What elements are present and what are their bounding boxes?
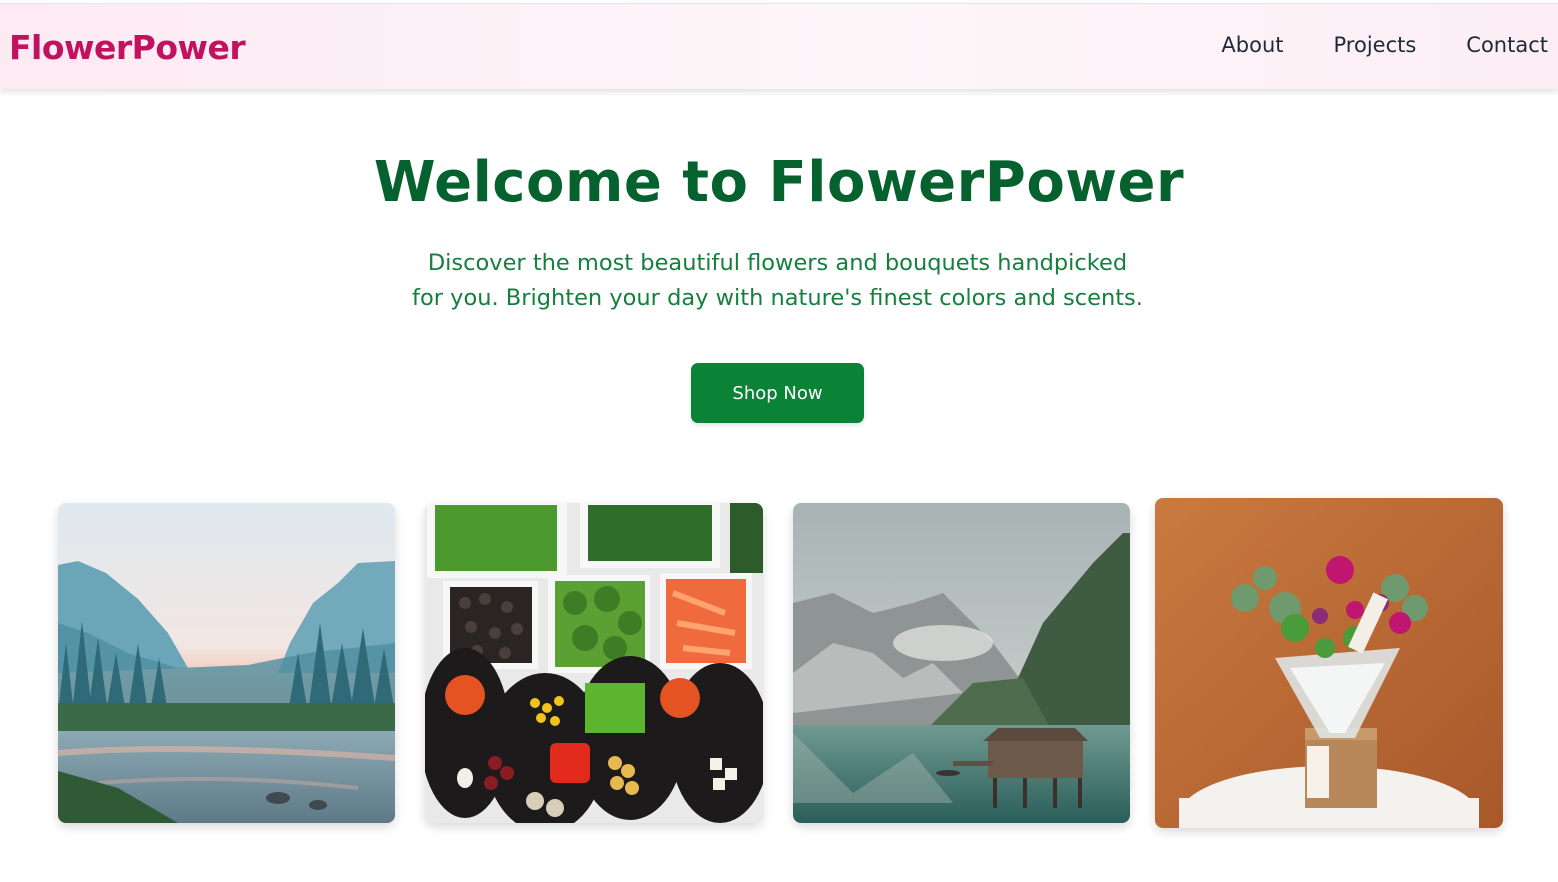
mountain-lake-image: [793, 503, 1130, 823]
navbar: FlowerPower About Projects Contact: [0, 3, 1558, 89]
nav-link-contact[interactable]: Contact: [1466, 33, 1548, 57]
hero-subtitle-line-1: Discover the most beautiful flowers and …: [427, 250, 1128, 276]
hero-subtitle: Discover the most beautiful flowers and …: [400, 246, 1155, 316]
gallery-image-mountain-lake[interactable]: [793, 503, 1130, 823]
brand-logo[interactable]: FlowerPower: [9, 28, 246, 67]
shop-now-button[interactable]: Shop Now: [691, 363, 864, 423]
bouquet-image: [1155, 498, 1503, 828]
nav-link-about[interactable]: About: [1221, 33, 1283, 57]
gallery-image-vegetables[interactable]: [425, 503, 763, 823]
nav-links: About Projects Contact: [1221, 33, 1548, 57]
hero-subtitle-line-2: for you. Brighten your day with nature's…: [412, 285, 1143, 311]
hero-title: Welcome to FlowerPower: [373, 150, 1185, 215]
vegetables-image: [425, 503, 763, 823]
valley-image: [58, 503, 395, 823]
nav-link-projects[interactable]: Projects: [1334, 33, 1417, 57]
gallery-image-bouquet[interactable]: [1155, 498, 1503, 828]
gallery-image-valley[interactable]: [58, 503, 395, 823]
